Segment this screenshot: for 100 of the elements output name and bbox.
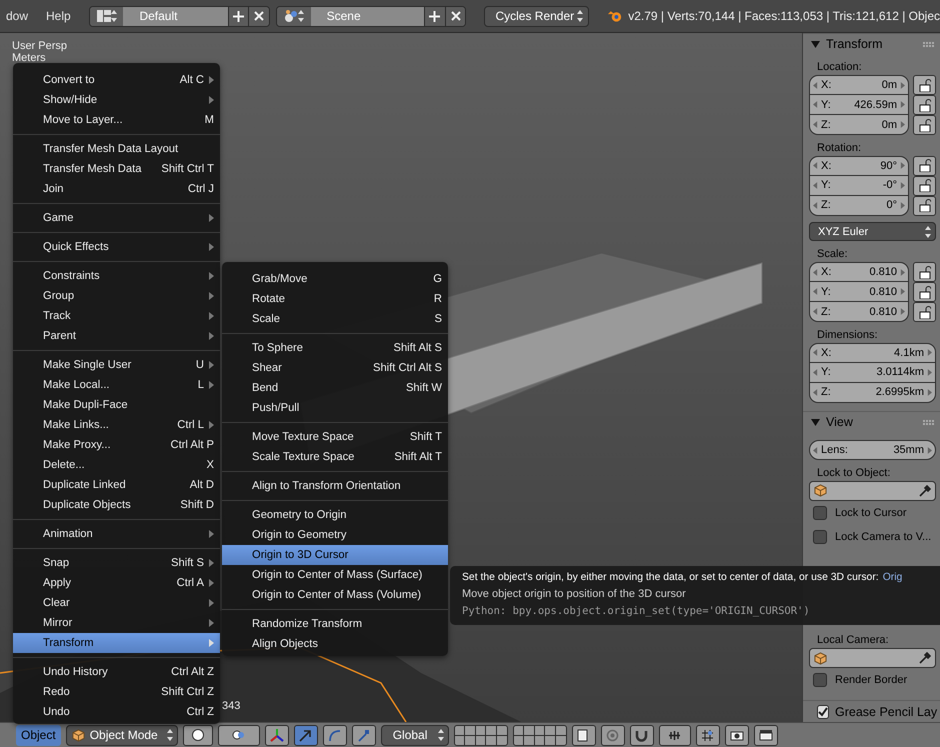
object-menu-button[interactable]: Object xyxy=(16,724,61,746)
menu-item[interactable]: Make Single User U xyxy=(13,355,220,375)
snap-element-dropdown[interactable] xyxy=(658,724,691,746)
shading-dropdown[interactable] xyxy=(182,724,213,746)
render-animation-button[interactable] xyxy=(754,724,778,746)
menu-item[interactable]: Make Links... Ctrl L xyxy=(13,415,220,435)
menu-item[interactable]: To Sphere Shift Alt S xyxy=(222,338,448,358)
menu-item[interactable]: Bend Shift W xyxy=(222,378,448,398)
number-field[interactable]: Y: 426.59m xyxy=(809,95,909,116)
number-field[interactable]: Z: 2.6995km xyxy=(809,382,936,403)
lock-camera-button[interactable] xyxy=(572,724,596,746)
menu-bar-item[interactable]: Help xyxy=(40,9,77,23)
menu-item[interactable]: Convert to Alt C xyxy=(13,70,220,90)
menu-item[interactable]: Constraints xyxy=(13,266,220,286)
menu-item[interactable]: Origin to Geometry xyxy=(222,525,448,545)
menu-item[interactable]: Parent xyxy=(13,326,220,346)
menu-item[interactable]: Scale S xyxy=(222,309,448,329)
menu-item[interactable]: Rotate R xyxy=(222,289,448,309)
menu-item[interactable]: Geometry to Origin xyxy=(222,505,448,525)
orientation-dropdown[interactable]: Global xyxy=(380,724,449,746)
layer-grid[interactable] xyxy=(454,724,508,746)
menu-item[interactable]: Make Local... L xyxy=(13,375,220,395)
checkbox[interactable] xyxy=(813,673,827,688)
menu-item[interactable]: Transform xyxy=(13,633,220,653)
lock-toggle[interactable] xyxy=(913,95,936,116)
menu-item[interactable]: Join Ctrl J xyxy=(13,179,220,199)
lock-toggle[interactable] xyxy=(913,282,936,302)
lock-toggle[interactable] xyxy=(913,156,936,176)
lock-toggle[interactable] xyxy=(913,75,936,96)
menu-item[interactable]: Mirror xyxy=(13,613,220,633)
menu-item[interactable]: Scale Texture Space Shift Alt T xyxy=(222,447,448,467)
drag-grip-icon[interactable] xyxy=(923,420,934,425)
menu-item[interactable]: Duplicate Linked Alt D xyxy=(13,475,220,495)
menu-item[interactable]: Quick Effects xyxy=(13,237,220,257)
menu-item[interactable]: Snap Shift S xyxy=(13,553,220,573)
number-field[interactable]: Z: 0.810 xyxy=(809,302,909,322)
menu-item[interactable]: Redo Shift Ctrl Z xyxy=(13,682,220,702)
menu-item[interactable]: Make Proxy... Ctrl Alt P xyxy=(13,435,220,455)
mode-dropdown[interactable]: Object Mode xyxy=(66,724,178,746)
checkbox[interactable] xyxy=(813,530,827,544)
manipulator-toggle[interactable] xyxy=(264,724,289,746)
menu-item[interactable]: Move Texture Space Shift T xyxy=(222,427,448,447)
menu-item[interactable]: Game xyxy=(13,208,220,228)
menu-item[interactable]: Push/Pull xyxy=(222,398,448,418)
menu-item[interactable]: Origin to 3D Cursor xyxy=(222,545,448,565)
menu-bar-item[interactable]: dow xyxy=(0,9,34,23)
menu-item[interactable]: Origin to Center of Mass (Volume) xyxy=(222,585,448,605)
render-image-button[interactable] xyxy=(724,724,749,746)
snap-target-button[interactable] xyxy=(696,724,720,746)
menu-item[interactable]: Move to Layer... M xyxy=(13,110,220,130)
panel-header[interactable]: Transform xyxy=(803,33,940,55)
expanded-triangle-icon[interactable] xyxy=(811,418,820,427)
menu-item[interactable]: Duplicate Objects Shift D xyxy=(13,495,220,515)
menu-item[interactable]: Group xyxy=(13,286,220,306)
menu-item[interactable]: Grab/Move G xyxy=(222,269,448,289)
close-button[interactable] xyxy=(444,6,466,26)
number-field[interactable]: X: 0.810 xyxy=(809,262,909,282)
menu-item[interactable]: Delete... X xyxy=(13,455,220,475)
manipulator-button[interactable] xyxy=(294,724,318,746)
lock-toggle[interactable] xyxy=(913,302,936,322)
menu-item[interactable]: Shear Shift Ctrl Alt S xyxy=(222,358,448,378)
menu-item[interactable]: Clear xyxy=(13,593,220,613)
menu-item[interactable]: Make Dupli-Face xyxy=(13,395,220,415)
menu-item[interactable]: Transfer Mesh Data Layout xyxy=(13,139,220,159)
expanded-triangle-icon[interactable] xyxy=(811,40,820,49)
number-field[interactable]: Y: -0° xyxy=(809,176,909,196)
menu-item[interactable]: Transfer Mesh Data Shift Ctrl T xyxy=(13,159,220,179)
lock-toggle[interactable] xyxy=(913,115,936,136)
number-field[interactable]: Y: 3.0114km xyxy=(809,362,936,383)
number-field[interactable]: Z: 0° xyxy=(809,196,909,216)
rotation-mode-dropdown[interactable]: XYZ Euler xyxy=(809,222,936,242)
render-engine-dropdown[interactable]: Cycles Render xyxy=(484,6,590,26)
close-button[interactable] xyxy=(248,6,269,26)
checkbox[interactable] xyxy=(813,506,827,520)
menu-item[interactable]: Show/Hide xyxy=(13,90,220,110)
proportional-editing-button[interactable] xyxy=(600,724,625,746)
number-field[interactable]: X: 4.1km xyxy=(809,342,936,363)
lock-toggle[interactable] xyxy=(913,176,936,196)
menu-item[interactable]: Align to Transform Orientation xyxy=(222,476,448,496)
lock-toggle[interactable] xyxy=(913,262,936,282)
lock-toggle[interactable] xyxy=(913,196,936,216)
checkbox[interactable] xyxy=(817,704,829,719)
number-field[interactable]: X: 90° xyxy=(809,156,909,176)
menu-item[interactable]: Track xyxy=(13,306,220,326)
eyedropper-icon[interactable] xyxy=(919,484,931,497)
menu-item[interactable]: Undo Ctrl Z xyxy=(13,702,220,722)
object-field[interactable] xyxy=(809,480,936,501)
menu-item[interactable]: Origin to Center of Mass (Surface) xyxy=(222,565,448,585)
manipulator-button[interactable] xyxy=(352,724,376,746)
manipulator-button[interactable] xyxy=(322,724,347,746)
menu-item[interactable]: Undo History Ctrl Alt Z xyxy=(13,662,220,682)
snap-button[interactable] xyxy=(630,724,654,746)
menu-item[interactable]: Apply Ctrl A xyxy=(13,573,220,593)
object-field[interactable] xyxy=(809,648,936,668)
number-field[interactable]: Lens: 35mm xyxy=(809,440,936,460)
menu-item[interactable]: Align Objects xyxy=(222,634,448,654)
menu-item[interactable]: Randomize Transform xyxy=(222,614,448,634)
number-field[interactable]: X: 0m xyxy=(809,75,909,96)
eyedropper-icon[interactable] xyxy=(919,652,931,664)
panel-header[interactable]: View xyxy=(803,410,940,432)
